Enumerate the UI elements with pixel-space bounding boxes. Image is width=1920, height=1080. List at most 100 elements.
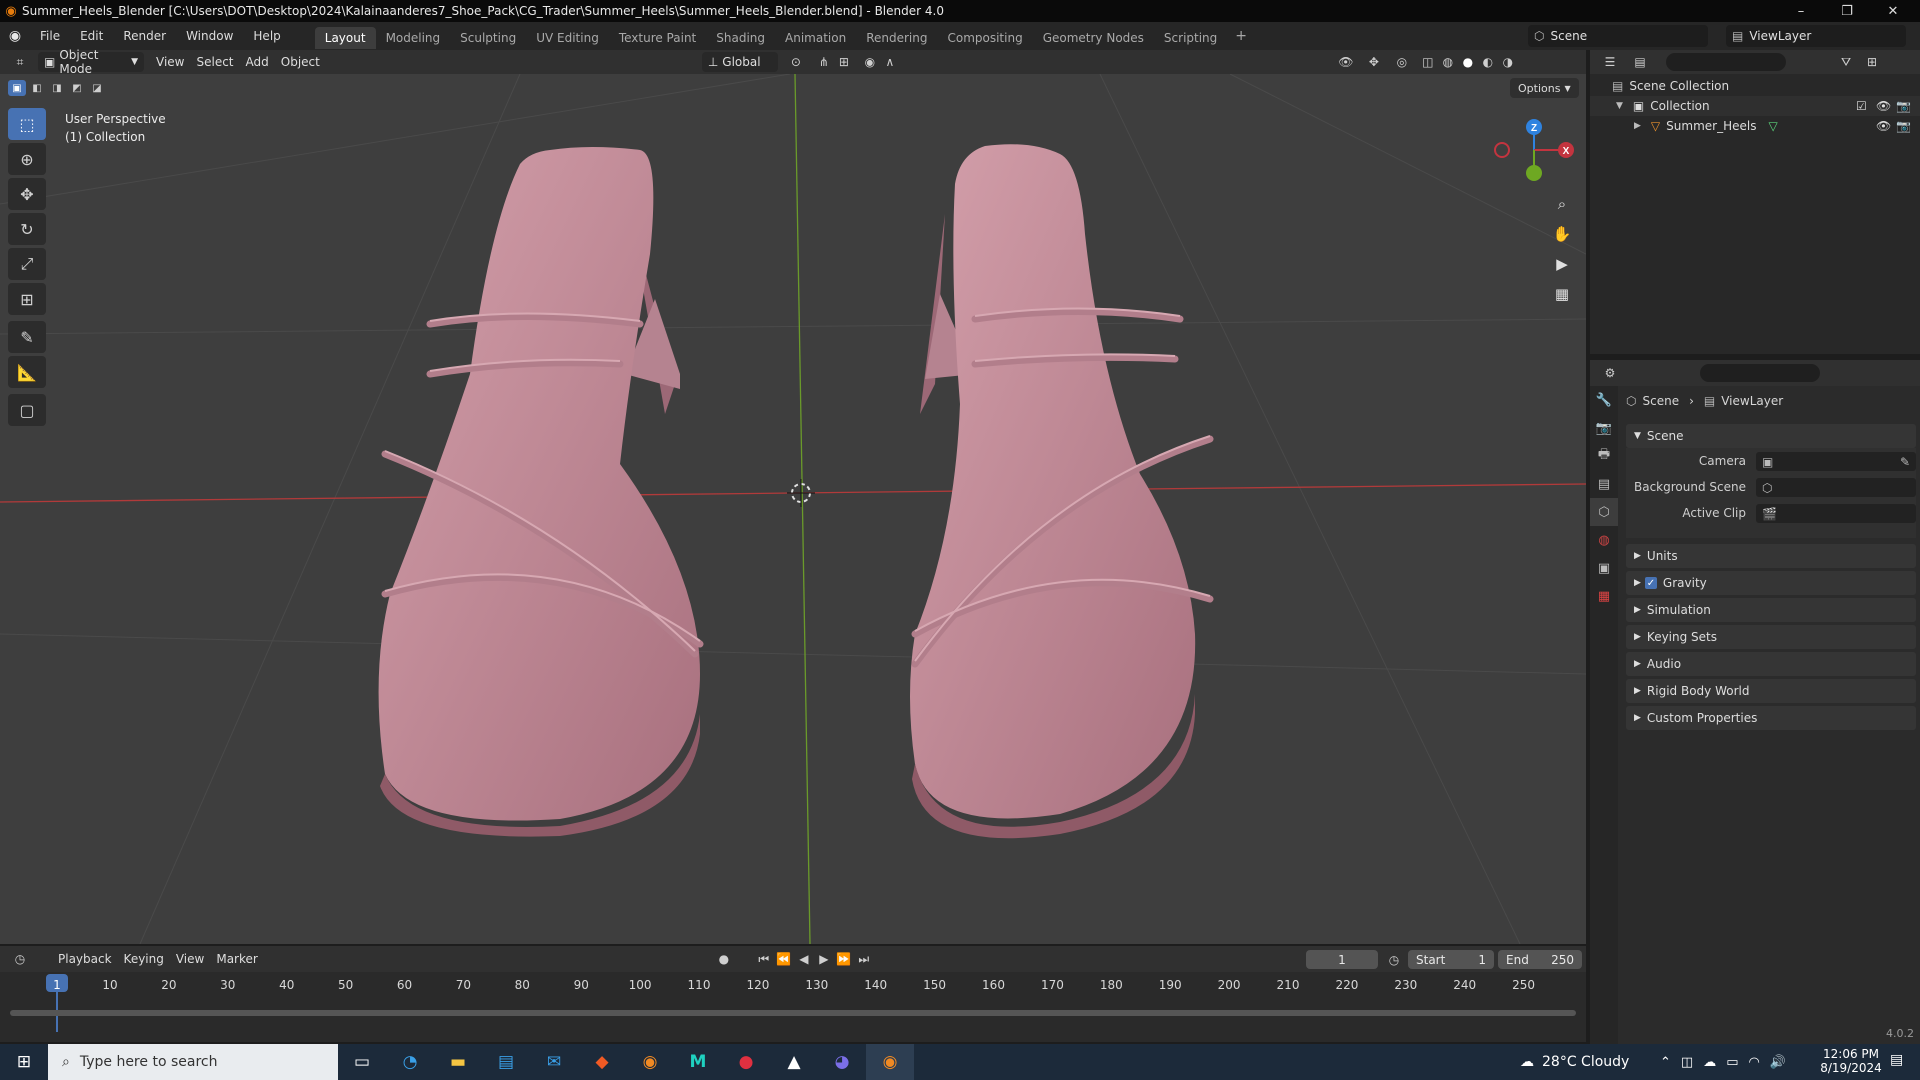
transform-orientation-selector[interactable]: ⊥ Global <box>701 52 778 72</box>
xray-toggle-icon[interactable]: ◫ <box>1418 52 1438 72</box>
select-box-tool-icon[interactable]: ⬚ <box>8 108 46 140</box>
volume-icon[interactable]: 🔊 <box>1770 1055 1786 1070</box>
menu-window[interactable]: Window <box>176 22 243 50</box>
minimize-button[interactable]: – <box>1778 0 1824 22</box>
menu-timeline-view[interactable]: View <box>170 949 210 969</box>
outliner-search-input[interactable] <box>1666 53 1786 71</box>
background-scene-field[interactable]: ⬡ <box>1756 478 1916 497</box>
battery-icon[interactable]: ▭ <box>1726 1055 1738 1070</box>
pivot-icon[interactable]: ⊙ <box>786 52 806 72</box>
preview-range-icon[interactable]: ◷ <box>1384 950 1404 970</box>
menu-keying[interactable]: Keying <box>118 949 170 969</box>
tab-animation[interactable]: Animation <box>775 27 856 49</box>
scene-panel-header[interactable]: ▼ Scene <box>1626 424 1916 448</box>
rigid-body-world-panel[interactable]: ▶ Rigid Body World <box>1626 679 1916 703</box>
expand-arrow-icon[interactable]: ▶ <box>1634 121 1641 131</box>
editor-type-icon[interactable]: ⌗ <box>10 52 30 72</box>
tab-compositing[interactable]: Compositing <box>937 27 1032 49</box>
discord-icon[interactable]: ◕ <box>818 1044 866 1080</box>
brave-browser-icon[interactable]: ◆ <box>578 1044 626 1080</box>
end-frame-field[interactable]: End 250 <box>1498 950 1582 969</box>
gravity-checkbox[interactable]: ✓ <box>1644 577 1657 589</box>
tab-modeling[interactable]: Modeling <box>376 27 451 49</box>
collection-tab-icon[interactable]: ▣ <box>1590 554 1618 582</box>
tab-rendering[interactable]: Rendering <box>856 27 937 49</box>
material-shading-icon[interactable]: ◐ <box>1478 52 1498 72</box>
cursor-tool-icon[interactable]: ⊕ <box>8 143 46 175</box>
display-mode-icon[interactable]: ▤ <box>1630 52 1650 72</box>
eye-icon[interactable]: 👁 <box>1876 119 1891 133</box>
wifi-icon[interactable]: ◠ <box>1749 1055 1760 1070</box>
render-tab-icon[interactable]: 📷 <box>1590 414 1618 442</box>
solid-shading-icon[interactable]: ● <box>1458 52 1478 72</box>
audio-panel[interactable]: ▶ Audio <box>1626 652 1916 676</box>
scene-tab-icon[interactable]: ⬡ <box>1590 498 1618 526</box>
blender-menu-icon[interactable]: ◉ <box>0 28 30 44</box>
blender-taskbar-icon[interactable]: ◉ <box>626 1044 674 1080</box>
world-tab-icon[interactable]: ◍ <box>1590 526 1618 554</box>
overlay-toggle-icon[interactable]: ◎ <box>1392 52 1412 72</box>
measure-tool-icon[interactable]: 📐 <box>8 356 46 388</box>
view-layer-selector[interactable]: ▤ ViewLayer <box>1726 25 1906 47</box>
rendered-shading-icon[interactable]: ◑ <box>1498 52 1518 72</box>
proportional-edit-icon[interactable]: ◉ <box>860 52 880 72</box>
outliner-row-scene-collection[interactable]: ▤ Scene Collection <box>1590 76 1920 96</box>
active-clip-field[interactable]: 🎬 <box>1756 504 1916 523</box>
scene-selector[interactable]: ⬡ Scene <box>1528 25 1708 47</box>
tab-uv-editing[interactable]: UV Editing <box>526 27 609 49</box>
checkbox-icon[interactable]: ☑ <box>1856 99 1867 113</box>
blender-active-icon[interactable]: ◉ <box>866 1044 914 1080</box>
record-icon[interactable]: ● <box>714 949 734 969</box>
play-reverse-icon[interactable]: ◀ <box>794 949 814 969</box>
annotate-tool-icon[interactable]: ✎ <box>8 321 46 353</box>
eye-icon[interactable]: 👁 <box>1876 99 1891 113</box>
current-frame-field[interactable]: 1 <box>1306 950 1378 969</box>
next-keyframe-icon[interactable]: ⏩ <box>834 949 854 969</box>
select-extend-icon[interactable]: ◧ <box>28 80 46 96</box>
rotate-tool-icon[interactable]: ↻ <box>8 213 46 245</box>
snap-icon[interactable]: ⋔ <box>814 52 834 72</box>
perspective-toggle-icon[interactable]: ▦ <box>1548 280 1576 308</box>
jump-end-icon[interactable]: ⏭ <box>854 949 874 969</box>
timeline-body[interactable]: 1 10 20 30 40 50 60 70 80 90 100 110 120 130 140 150 160… <box>0 972 1586 1042</box>
3d-viewport[interactable]: Z X User Perspective (1) Collection ▣ ◧ … <box>0 74 1586 944</box>
move-tool-icon[interactable]: ✥ <box>8 178 46 210</box>
mail-icon[interactable]: ✉ <box>530 1044 578 1080</box>
select-new-icon[interactable]: ▣ <box>8 80 26 96</box>
outliner-row-summer-heels[interactable]: ▶ ▽ Summer_Heels ▽ 👁 📷 <box>1590 116 1920 136</box>
gizmo-toggle-icon[interactable]: ✥ <box>1364 52 1384 72</box>
3d-cursor-icon[interactable] <box>787 479 815 507</box>
keying-sets-panel[interactable]: ▶ Keying Sets <box>1626 625 1916 649</box>
select-invert-icon[interactable]: ◩ <box>68 80 86 96</box>
camera-icon[interactable]: 📷 <box>1896 119 1911 133</box>
properties-editor-icon[interactable]: ⚙ <box>1600 363 1620 383</box>
view-layer-tab-icon[interactable]: ▤ <box>1590 470 1618 498</box>
gizmo-neg-x-axis[interactable] <box>1494 142 1510 158</box>
menu-playback[interactable]: Playback <box>52 949 118 969</box>
menu-help[interactable]: Help <box>243 22 290 50</box>
menu-file[interactable]: File <box>30 22 70 50</box>
mode-selector[interactable]: ▣ Object Mode ▼ <box>38 48 144 76</box>
chevron-up-icon[interactable]: ⌃ <box>1660 1055 1671 1070</box>
tab-scripting[interactable]: Scripting <box>1154 27 1227 49</box>
output-tab-icon[interactable]: 🖶 <box>1590 442 1618 470</box>
timeline-scrollbar[interactable] <box>10 1010 1576 1016</box>
menu-render[interactable]: Render <box>113 22 176 50</box>
network-icon[interactable]: ◫ <box>1681 1055 1693 1070</box>
camera-view-icon[interactable]: ▶ <box>1548 250 1576 278</box>
zoom-icon[interactable]: ⌕ <box>1548 190 1576 218</box>
media-app-icon[interactable]: ● <box>722 1044 770 1080</box>
pan-hand-icon[interactable]: ✋ <box>1548 220 1576 248</box>
timeline-editor-icon[interactable]: ◷ <box>10 949 30 969</box>
options-dropdown[interactable]: Options ▼ <box>1510 78 1579 98</box>
falloff-icon[interactable]: ∧ <box>880 52 900 72</box>
expand-arrow-icon[interactable]: ▼ <box>1616 101 1623 111</box>
snap-target-icon[interactable]: ⊞ <box>834 52 854 72</box>
left-shoe-mesh[interactable] <box>378 147 704 837</box>
outliner-editor-icon[interactable]: ☰ <box>1600 52 1620 72</box>
camera-icon[interactable]: 📷 <box>1896 99 1911 113</box>
prev-keyframe-icon[interactable]: ⏪ <box>774 949 794 969</box>
units-panel[interactable]: ▶ Units <box>1626 544 1916 568</box>
jump-start-icon[interactable]: ⏮ <box>754 949 774 969</box>
add-workspace-button[interactable]: + <box>1227 28 1255 44</box>
